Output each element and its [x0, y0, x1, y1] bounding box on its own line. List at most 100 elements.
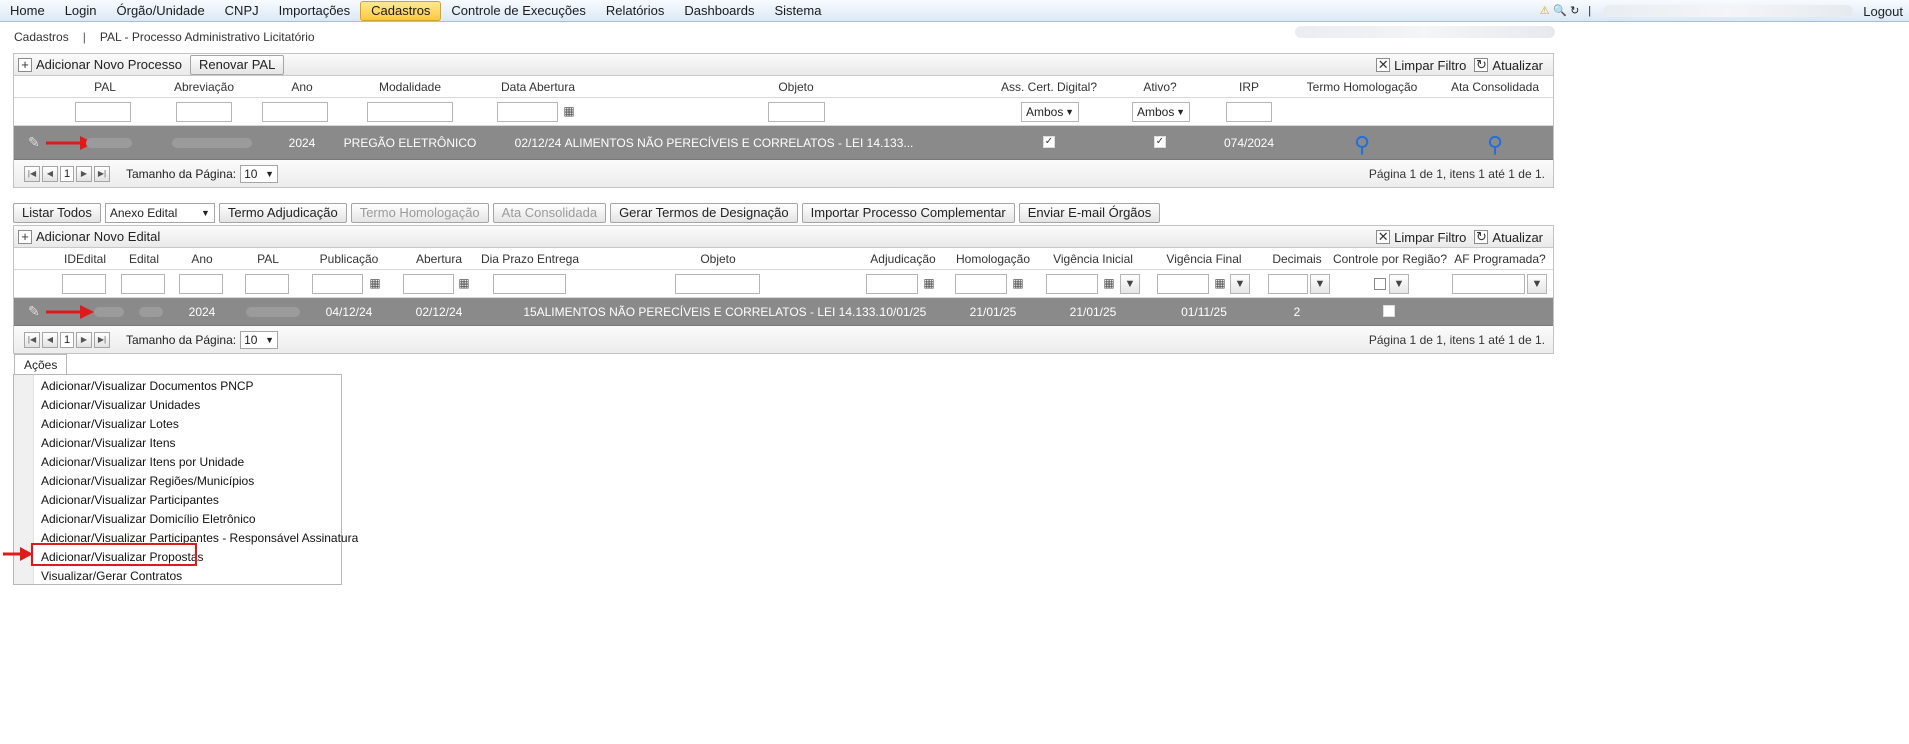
- clear-filter-button[interactable]: ✕ Limpar Filtro: [1372, 55, 1470, 75]
- gerar-termos-button[interactable]: Gerar Termos de Designação: [610, 203, 798, 223]
- importar-processo-button[interactable]: Importar Processo Complementar: [801, 203, 1015, 223]
- col-header-controle-regiao[interactable]: Controle por Região?: [1333, 252, 1447, 266]
- menu-item-domicilio-eletronico[interactable]: Adicionar/Visualizar Domicílio Eletrônic…: [41, 510, 256, 529]
- filter-adjudicacao-input[interactable]: [866, 274, 918, 294]
- table-row[interactable]: ✎ 2024 04/12/24 02/12/24 15 ALIMENTOS NÃ…: [14, 298, 1553, 326]
- prev-page-icon[interactable]: ◀: [42, 331, 58, 348]
- cell-ass-cert-checkbox[interactable]: ✓: [1043, 136, 1055, 148]
- current-page-input[interactable]: 1: [60, 165, 74, 182]
- col-header-vigencia-inicial[interactable]: Vigência Inicial: [1053, 252, 1133, 266]
- last-page-icon[interactable]: ▶|: [94, 331, 110, 348]
- menu-home[interactable]: Home: [0, 1, 55, 21]
- col-header-termo-homologacao[interactable]: Termo Homologação: [1307, 80, 1418, 94]
- col-header-abertura[interactable]: Abertura: [416, 252, 462, 266]
- filter-ativo-select[interactable]: Ambos ▼: [1132, 102, 1190, 122]
- breadcrumb-root[interactable]: Cadastros: [14, 30, 69, 44]
- filter-objeto-input[interactable]: [768, 102, 825, 122]
- col-header-ano[interactable]: Ano: [291, 80, 312, 94]
- filter-pal-input[interactable]: [75, 102, 131, 122]
- col-header-edital[interactable]: Edital: [129, 252, 159, 266]
- next-page-icon[interactable]: ▶: [76, 165, 92, 182]
- first-page-icon[interactable]: |◀: [24, 331, 40, 348]
- warning-icon[interactable]: ⚠: [1538, 5, 1551, 18]
- menu-item-participantes[interactable]: Adicionar/Visualizar Participantes: [41, 491, 219, 510]
- menu-cnpj[interactable]: CNPJ: [215, 1, 269, 21]
- filter-dia-prazo-input[interactable]: [493, 274, 566, 294]
- filter-ano-input[interactable]: [179, 274, 223, 294]
- ata-consolidada-button[interactable]: Ata Consolidada: [492, 203, 607, 223]
- table-row[interactable]: ✎ 2024 PREGÃO ELETRÔNICO 02/12/24 ALIMEN…: [14, 126, 1553, 160]
- filter-ass-cert-select[interactable]: Ambos ▼: [1021, 102, 1079, 122]
- listar-todos-button[interactable]: Listar Todos: [13, 203, 101, 223]
- menu-controle-execucoes[interactable]: Controle de Execuções: [441, 1, 595, 21]
- col-header-dia-prazo[interactable]: Dia Prazo Entrega: [481, 252, 579, 266]
- col-header-ata-consolidada[interactable]: Ata Consolidada: [1451, 80, 1539, 94]
- calendar-icon[interactable]: ▦: [1011, 276, 1025, 290]
- next-page-icon[interactable]: ▶: [76, 331, 92, 348]
- col-header-pal[interactable]: PAL: [257, 252, 279, 266]
- filter-ano-input[interactable]: [262, 102, 328, 122]
- col-header-modalidade[interactable]: Modalidade: [379, 80, 441, 94]
- filter-objeto-input[interactable]: [675, 274, 760, 294]
- edit-pencil-icon[interactable]: ✎: [28, 134, 40, 151]
- calendar-icon[interactable]: ▦: [922, 276, 936, 290]
- filter-funnel-icon[interactable]: ▼: [1310, 274, 1330, 294]
- refresh-icon[interactable]: ↻: [1568, 5, 1581, 18]
- col-header-data-abertura[interactable]: Data Abertura: [501, 80, 575, 94]
- clear-filter-button[interactable]: ✕ Limpar Filtro: [1372, 227, 1470, 247]
- refresh-button[interactable]: ↻ Atualizar: [1470, 55, 1547, 75]
- col-header-ass-cert[interactable]: Ass. Cert. Digital?: [1001, 80, 1097, 94]
- renovar-pal-button[interactable]: Renovar PAL: [189, 54, 285, 75]
- filter-funnel-icon[interactable]: ▼: [1389, 274, 1409, 294]
- menu-orgao-unidade[interactable]: Órgão/Unidade: [107, 1, 215, 21]
- filter-af-programada-input[interactable]: [1452, 274, 1525, 294]
- filter-funnel-icon[interactable]: ▼: [1230, 274, 1250, 294]
- menu-sistema[interactable]: Sistema: [764, 1, 831, 21]
- filter-irp-input[interactable]: [1226, 102, 1272, 122]
- menu-cadastros[interactable]: Cadastros: [360, 0, 442, 21]
- filter-decimais-input[interactable]: [1268, 274, 1308, 294]
- col-header-ano[interactable]: Ano: [191, 252, 212, 266]
- col-header-pal[interactable]: PAL: [94, 80, 116, 94]
- menu-dashboards[interactable]: Dashboards: [674, 1, 764, 21]
- filter-abertura-input[interactable]: [403, 274, 454, 294]
- col-header-objeto[interactable]: Objeto: [700, 252, 735, 266]
- menu-login[interactable]: Login: [55, 1, 107, 21]
- col-header-objeto[interactable]: Objeto: [778, 80, 813, 94]
- termo-homologacao-search-icon[interactable]: ⚲: [1354, 132, 1370, 158]
- menu-relatorios[interactable]: Relatórios: [596, 1, 675, 21]
- cell-ativo-checkbox[interactable]: ✓: [1154, 136, 1166, 148]
- menu-item-contratos[interactable]: Visualizar/Gerar Contratos: [41, 567, 182, 586]
- filter-idedital-input[interactable]: [62, 274, 106, 294]
- anexo-edital-select[interactable]: Anexo Edital ▼: [104, 203, 215, 223]
- refresh-button[interactable]: ↻ Atualizar: [1470, 227, 1547, 247]
- calendar-icon[interactable]: ▦: [562, 104, 576, 118]
- menu-item-documentos-pncp[interactable]: Adicionar/Visualizar Documentos PNCP: [41, 377, 254, 396]
- calendar-icon[interactable]: ▦: [457, 276, 471, 290]
- acoes-tab[interactable]: Ações: [14, 354, 68, 375]
- menu-item-unidades[interactable]: Adicionar/Visualizar Unidades: [41, 396, 200, 415]
- filter-controle-regiao-checkbox[interactable]: [1374, 278, 1386, 290]
- col-header-ativo[interactable]: Ativo?: [1143, 80, 1176, 94]
- filter-vigencia-final-input[interactable]: [1157, 274, 1209, 294]
- logout-link[interactable]: Logout: [1853, 4, 1909, 19]
- enviar-email-button[interactable]: Enviar E-mail Órgãos: [1018, 203, 1161, 223]
- filter-edital-input[interactable]: [121, 274, 165, 294]
- col-header-irp[interactable]: IRP: [1239, 80, 1259, 94]
- ata-consolidada-search-icon[interactable]: ⚲: [1487, 132, 1503, 158]
- col-header-publicacao[interactable]: Publicação: [320, 252, 379, 266]
- termo-homologacao-button[interactable]: Termo Homologação: [350, 203, 489, 223]
- cell-controle-regiao-checkbox[interactable]: [1383, 305, 1395, 317]
- filter-modalidade-input[interactable]: [367, 102, 453, 122]
- prev-page-icon[interactable]: ◀: [42, 165, 58, 182]
- calendar-icon[interactable]: ▦: [1102, 276, 1116, 290]
- col-header-vigencia-final[interactable]: Vigência Final: [1166, 252, 1241, 266]
- col-header-idedital[interactable]: IDEdital: [64, 252, 106, 266]
- page-size-select[interactable]: 10 ▼: [240, 164, 279, 183]
- calendar-icon[interactable]: ▦: [1213, 276, 1227, 290]
- filter-homologacao-input[interactable]: [955, 274, 1007, 294]
- current-page-input[interactable]: 1: [60, 331, 74, 348]
- filter-vigencia-inicial-input[interactable]: [1046, 274, 1098, 294]
- menu-item-lotes[interactable]: Adicionar/Visualizar Lotes: [41, 415, 179, 434]
- search-key-icon[interactable]: 🔍: [1553, 5, 1567, 18]
